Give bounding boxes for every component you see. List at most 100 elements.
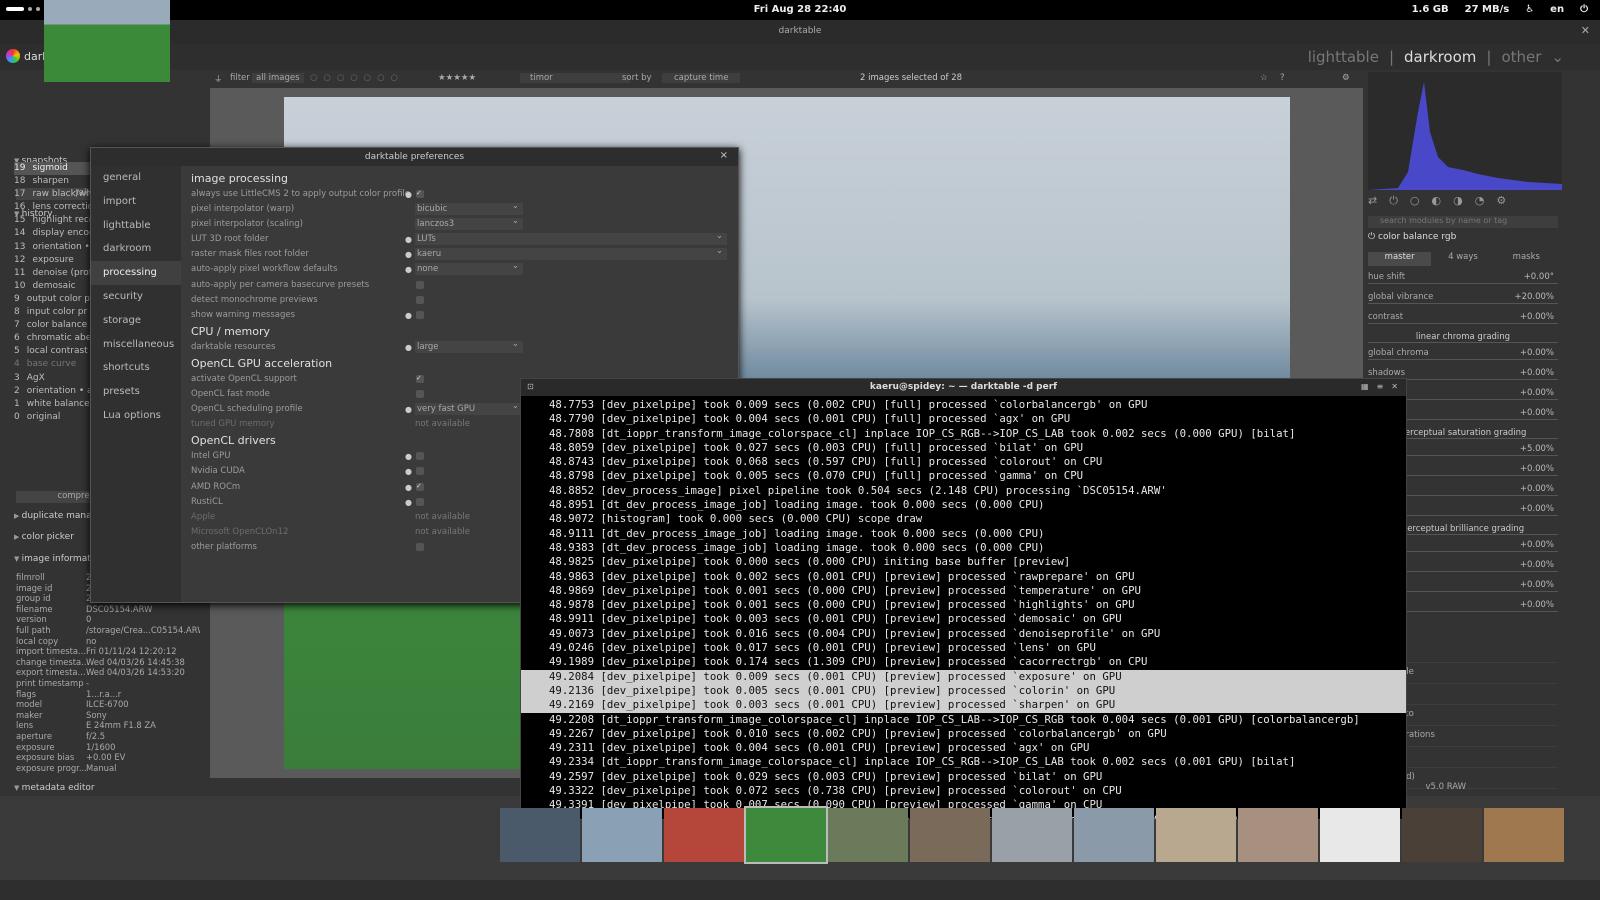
filmstrip-thumbnail[interactable] (1238, 808, 1318, 862)
history-item[interactable]: 13 orientation • au (14, 241, 94, 254)
slider-track[interactable] (1368, 283, 1558, 284)
gear-icon[interactable]: ⚙ (1342, 73, 1350, 83)
tab-processing[interactable]: processing (91, 261, 181, 285)
tab-general[interactable]: general (91, 166, 181, 190)
history-item[interactable]: 2 orientation • au (14, 385, 94, 398)
filmstrip-thumbnail[interactable] (1074, 808, 1154, 862)
module-group-tabs[interactable]: ⇄ ⏻ ○ ◐ ◑ ◔ ⚙ (1368, 194, 1558, 212)
pref-dropdown[interactable]: lanczos3 (415, 215, 523, 231)
filter-icon[interactable]: ⏚ (214, 73, 223, 85)
module-slider[interactable]: contrast +0.00% (1368, 312, 1558, 330)
module-search-input[interactable]: search modules by name or tag (1368, 216, 1558, 228)
star-icon[interactable]: ☆ (1260, 73, 1268, 83)
pref-dropdown[interactable]: large (415, 338, 523, 353)
pref-checkbox[interactable] (416, 390, 424, 399)
menu-icon[interactable]: ≡ (1377, 382, 1384, 391)
pref-checkbox[interactable] (416, 295, 424, 304)
rating-filter[interactable]: ★★★★★ (438, 73, 476, 83)
terminal-window[interactable]: kaeru@spidey: ~ — darktable -d perf ⊡ ▦ ≡… (520, 378, 1407, 820)
history-item[interactable]: 5 local contrast (14, 345, 94, 358)
pref-checkbox[interactable] (416, 497, 424, 506)
filmstrip-thumbnail[interactable] (1156, 808, 1236, 862)
sort-dropdown[interactable]: capture time (662, 73, 741, 83)
history-item[interactable]: 14 display encodi (14, 227, 94, 240)
system-indicators[interactable]: 1.6 GB 27 MB/s ♿ en ⏻ (1412, 4, 1588, 15)
tab-security[interactable]: security (91, 285, 181, 309)
navigation-thumbnail[interactable] (44, 0, 170, 82)
compress-history-button[interactable]: compres (16, 491, 96, 503)
folder-chooser[interactable]: kaeru (415, 245, 727, 261)
filmstrip-thumbnail[interactable] (500, 808, 580, 862)
histogram[interactable] (1368, 72, 1562, 190)
tab-4-ways[interactable]: 4 ways (1431, 252, 1494, 266)
tab-presets[interactable]: presets (91, 380, 181, 404)
module-slider[interactable]: global vibrance +20.00% (1368, 292, 1558, 310)
pref-checkbox[interactable] (416, 280, 424, 289)
tab-darkroom[interactable]: darkroom (91, 237, 181, 261)
tab-master[interactable]: master (1368, 252, 1432, 266)
chevron-down-icon[interactable]: ⌄ (1551, 48, 1564, 66)
pref-dropdown[interactable]: very fast GPU (415, 400, 523, 416)
filmstrip-thumbnail[interactable] (744, 806, 828, 864)
history-item[interactable]: 1 white balance (14, 398, 94, 411)
terminal-output[interactable]: 48.7753 [dev_pixelpipe] took 0.009 secs … (521, 398, 1406, 819)
filmstrip-thumbnail[interactable] (1484, 808, 1564, 862)
pref-checkbox[interactable] (416, 479, 424, 494)
tab-storage[interactable]: storage (91, 309, 181, 333)
history-item[interactable]: 9 output color pr (14, 293, 94, 306)
history-item[interactable]: 15 highlight recor (14, 214, 94, 227)
history-item[interactable]: 12 exposure (14, 254, 94, 267)
filmstrip-thumbnail[interactable] (992, 808, 1072, 862)
pref-checkbox[interactable] (416, 310, 424, 319)
slider-track[interactable] (1368, 359, 1558, 360)
metadata-editor-section[interactable]: metadata editor (14, 783, 95, 793)
tab-import[interactable]: import (91, 190, 181, 214)
history-item[interactable]: 3 AgX (14, 372, 94, 385)
image-information-section[interactable]: image informati (14, 554, 94, 564)
tab-lighttable[interactable]: lighttable (91, 214, 181, 238)
filmstrip-thumbnail[interactable] (1402, 808, 1482, 862)
help-icon[interactable]: ? (1280, 73, 1285, 83)
filter-dropdown[interactable]: all images (252, 73, 304, 83)
tab-lua-options[interactable]: Lua options (91, 404, 181, 428)
folder-chooser[interactable]: LUTs (415, 230, 727, 246)
pref-checkbox[interactable] (416, 371, 424, 386)
filmstrip-thumbnail[interactable] (582, 808, 662, 862)
history-item[interactable]: 0 original (14, 411, 94, 424)
close-icon[interactable]: ✕ (1581, 20, 1590, 42)
clock[interactable]: Fri Aug 28 22:40 (0, 4, 1600, 15)
history-item[interactable]: 11 denoise (profile (14, 267, 94, 280)
tile-icon[interactable]: ▦ (1361, 382, 1369, 391)
terminal-menu-icon[interactable]: ⊡ (527, 382, 534, 391)
search-input[interactable]: timor (520, 73, 630, 83)
filmstrip-thumbnail[interactable] (1320, 808, 1400, 862)
history-item[interactable]: 8 input color pr (14, 306, 94, 319)
module-header[interactable]: ⏻ color balance rgb (1368, 232, 1558, 242)
color-picker-section[interactable]: color picker (14, 532, 74, 542)
history-item[interactable]: 19 sigmoid (14, 162, 94, 176)
module-slider[interactable]: global chroma +0.00% (1368, 348, 1558, 366)
pref-checkbox[interactable] (416, 186, 424, 201)
view-other[interactable]: other (1501, 48, 1541, 66)
pref-dropdown[interactable]: bicubic (415, 200, 523, 216)
slider-track[interactable] (1368, 303, 1558, 304)
close-icon[interactable]: ✕ (1391, 382, 1398, 391)
history-item[interactable]: 17 raw black/whit (14, 188, 94, 201)
history-item[interactable]: 7 color balance r (14, 319, 94, 332)
filmstrip-thumbnail[interactable] (828, 808, 908, 862)
history-item[interactable]: 10 demosaic (14, 280, 94, 293)
pref-checkbox[interactable] (416, 542, 424, 551)
tab-shortcuts[interactable]: shortcuts (91, 356, 181, 380)
filmstrip-thumbnail[interactable] (664, 808, 744, 862)
pref-checkbox[interactable] (416, 467, 424, 476)
history-item[interactable]: 18 sharpen (14, 175, 94, 188)
history-item[interactable]: 6 chromatic aber (14, 332, 94, 345)
view-darkroom[interactable]: darkroom (1404, 48, 1476, 66)
duplicate-manager-section[interactable]: duplicate manag (14, 511, 98, 521)
slider-track[interactable] (1368, 323, 1558, 324)
tab-miscellaneous[interactable]: miscellaneous (91, 333, 181, 357)
history-item[interactable]: 4 base curve (14, 358, 94, 371)
close-icon[interactable]: × (720, 150, 728, 161)
color-label-filter[interactable]: ○○○○○○○ (310, 73, 404, 83)
tab-masks[interactable]: masks (1495, 252, 1558, 266)
